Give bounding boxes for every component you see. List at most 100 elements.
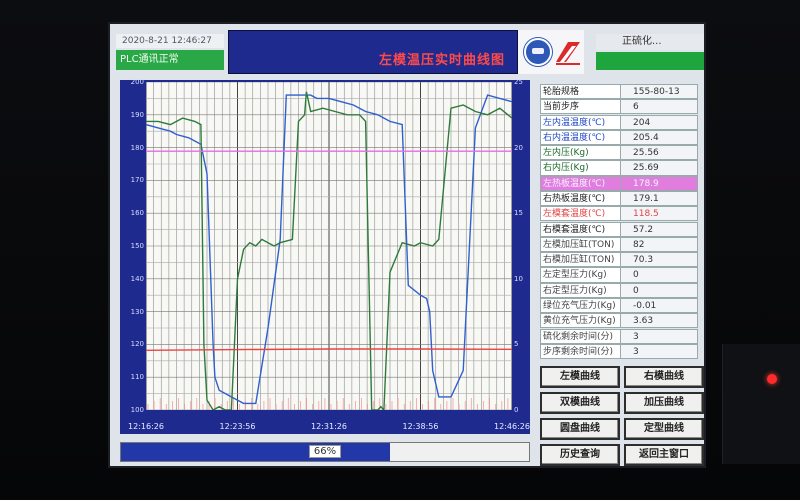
y-tick-right: 20 <box>514 143 523 152</box>
x-tick: 12:23:56 <box>219 422 256 431</box>
curve-button-panel: 左模曲线 右模曲线 双模曲线 加压曲线 圆盘曲线 定型曲线 历史查询 返回主窗口 <box>540 366 704 466</box>
brand-logo-icon <box>556 42 580 65</box>
y-tick-right: 25 <box>514 78 523 86</box>
y-tick-right: 0 <box>514 406 519 414</box>
param-label: 当前步序 <box>540 99 620 115</box>
page-title: 左模温压实时曲线图 <box>378 53 505 68</box>
param-row: 步序剩余时间(分) 3 <box>540 343 698 359</box>
param-value: 3.63 <box>620 313 698 329</box>
y-tick-left: 120 <box>130 340 144 349</box>
param-value: 0 <box>620 282 698 298</box>
param-row: 绿位充气压力(Kg) -0.01 <box>540 297 698 314</box>
y-tick-right: 5 <box>514 340 519 349</box>
parameter-table: 轮胎规格 155-80-13 当前步序 6 左内温温度(℃) 204 右内温温度(℃) 205… <box>540 84 698 359</box>
param-label: 右内温温度(℃) <box>540 129 620 146</box>
param-row: 左内压(Kg) 25.56 <box>540 145 698 161</box>
x-tick: 12:31:26 <box>311 422 347 431</box>
param-row: 右热板温度(℃) 179.1 <box>540 190 698 207</box>
curve-button[interactable]: 双模曲线 <box>540 392 620 414</box>
y-tick-left: 140 <box>130 274 144 283</box>
param-value: 118.5 <box>620 206 698 222</box>
y-tick-left: 200 <box>130 78 144 86</box>
param-value: 82 <box>620 236 698 252</box>
param-row: 黄位充气压力(Kg) 3.63 <box>540 313 698 329</box>
param-row: 右模加压缸(TON) 70.3 <box>540 252 698 268</box>
param-value: 205.4 <box>620 129 698 146</box>
param-label: 右模套温度(℃) <box>540 221 620 237</box>
curve-button[interactable]: 圆盘曲线 <box>540 418 620 440</box>
param-row: 左热板温度(℃) 178.9 <box>540 175 698 191</box>
param-label: 黄位充气压力(Kg) <box>540 313 620 329</box>
title-bar: 左模温压实时曲线图 <box>228 30 518 74</box>
plc-status-indicator: PLC通讯正常 <box>116 50 224 70</box>
param-label: 左内温温度(℃) <box>540 114 620 130</box>
param-label: 左定型压力(Kg) <box>540 267 620 283</box>
curve-button[interactable]: 定型曲线 <box>624 418 704 440</box>
cure-status-text: 正硫化... <box>596 34 704 50</box>
hmi-screen: 2020-8-21 12:46:27 PLC通讯正常 左模温压实时曲线图 正硫化… <box>108 22 706 468</box>
param-row: 左模加压缸(TON) 82 <box>540 236 698 252</box>
param-value: 3 <box>620 343 698 359</box>
cure-status-bar <box>596 52 704 70</box>
param-value: 3 <box>620 328 698 344</box>
param-label: 步序剩余时间(分) <box>540 343 620 359</box>
param-row: 当前步序 6 <box>540 99 698 115</box>
datetime-display: 2020-8-21 12:46:27 <box>116 34 224 48</box>
param-row: 左定型压力(Kg) 0 <box>540 267 698 283</box>
y-tick-right: 15 <box>514 209 523 218</box>
param-value: 25.56 <box>620 145 698 161</box>
chart-plot-area <box>146 82 512 410</box>
y-tick-left: 160 <box>130 209 144 218</box>
param-value: 179.1 <box>620 190 698 207</box>
curve-button[interactable]: 历史查询 <box>540 444 620 466</box>
param-value: 6 <box>620 99 698 115</box>
curve-button[interactable]: 左模曲线 <box>540 366 620 388</box>
param-value: 25.69 <box>620 160 698 176</box>
param-label: 右定型压力(Kg) <box>540 282 620 298</box>
param-label: 轮胎规格 <box>540 84 620 100</box>
progress-label: 66% <box>308 445 342 458</box>
curve-button[interactable]: 右模曲线 <box>624 366 704 388</box>
param-value: 178.9 <box>620 175 698 191</box>
y-tick-left: 180 <box>130 143 144 152</box>
param-row: 左模套温度(℃) 118.5 <box>540 206 698 222</box>
power-indicator-led <box>767 374 777 384</box>
x-tick: 12:46:26 <box>494 422 530 431</box>
line-chart <box>146 82 512 410</box>
param-label: 右内压(Kg) <box>540 160 620 176</box>
y-tick-right: 10 <box>514 274 523 283</box>
y-tick-left: 150 <box>130 242 144 250</box>
x-tick: 12:16:26 <box>128 422 164 431</box>
param-value: 155-80-13 <box>620 84 698 100</box>
param-label: 右热板温度(℃) <box>540 190 620 207</box>
y-tick-left: 170 <box>130 176 144 185</box>
param-value: 70.3 <box>620 252 698 268</box>
param-value: 0 <box>620 267 698 283</box>
logo-area <box>518 30 584 74</box>
y-tick-left: 130 <box>130 307 144 316</box>
param-row: 右内压(Kg) 25.69 <box>540 160 698 176</box>
chart-frame: 200 190 180 170 160 150 140 130 120 110 100 25 20 15… <box>120 78 530 434</box>
param-label: 右模加压缸(TON) <box>540 252 620 268</box>
y-tick-left: 190 <box>130 110 144 119</box>
side-panel <box>722 344 800 464</box>
curve-button[interactable]: 加压曲线 <box>624 392 704 414</box>
param-row: 轮胎规格 155-80-13 <box>540 84 698 100</box>
param-row: 硫化剩余时间(分) 3 <box>540 328 698 344</box>
y-tick-left: 100 <box>130 406 144 414</box>
param-row: 右定型压力(Kg) 0 <box>540 282 698 298</box>
param-label: 左模套温度(℃) <box>540 206 620 222</box>
param-row: 左内温温度(℃) 204 <box>540 114 698 130</box>
param-label: 左模加压缸(TON) <box>540 236 620 252</box>
x-tick: 12:38:56 <box>402 422 439 431</box>
param-row: 右模套温度(℃) 57.2 <box>540 221 698 237</box>
company-emblem-icon <box>524 38 552 66</box>
param-label: 绿位充气压力(Kg) <box>540 297 620 314</box>
param-row: 右内温温度(℃) 205.4 <box>540 129 698 146</box>
y-tick-left: 110 <box>130 373 144 382</box>
param-value: 204 <box>620 114 698 130</box>
param-value: -0.01 <box>620 297 698 314</box>
param-value: 57.2 <box>620 221 698 237</box>
curve-button[interactable]: 返回主窗口 <box>624 444 704 466</box>
param-label: 左内压(Kg) <box>540 145 620 161</box>
